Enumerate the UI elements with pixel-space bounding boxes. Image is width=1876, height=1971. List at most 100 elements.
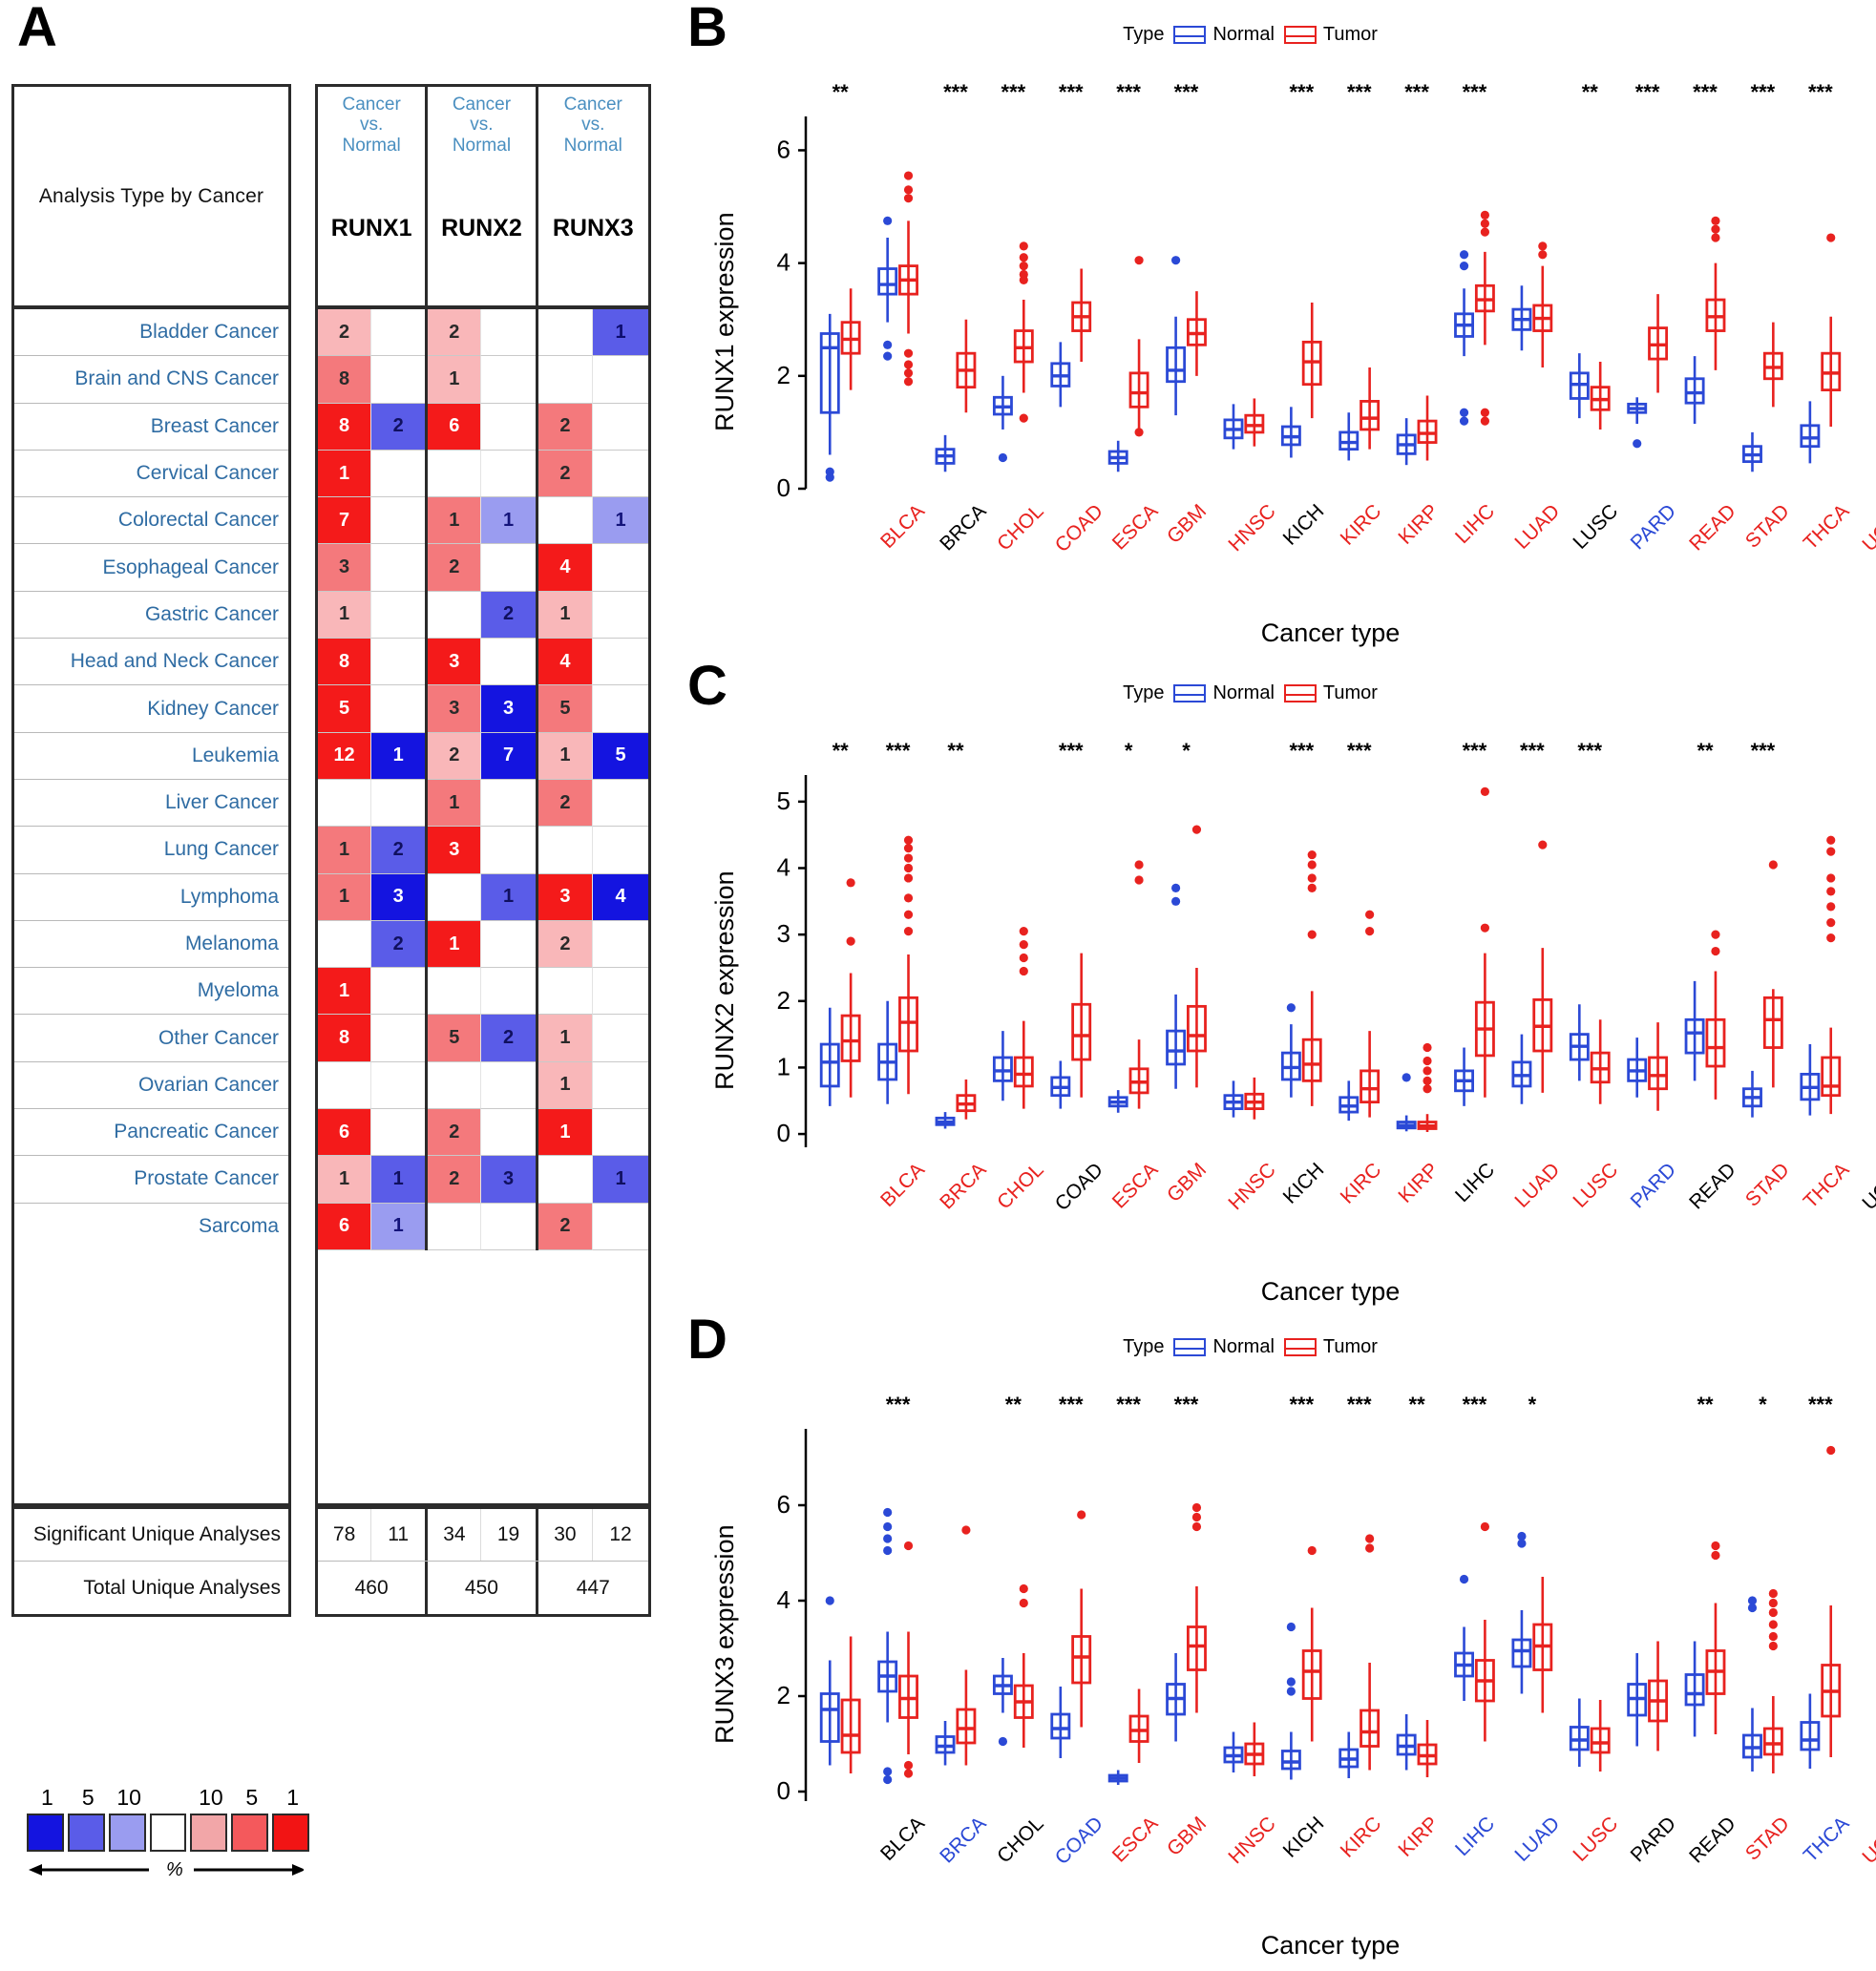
table-cell[interactable] (593, 920, 648, 969)
table-cell[interactable]: 1 (428, 920, 482, 969)
table-cell[interactable] (371, 779, 426, 828)
table-cell[interactable]: 1 (371, 1156, 426, 1204)
table-cell[interactable]: 5 (538, 685, 594, 733)
table-cell[interactable]: 6 (318, 1109, 372, 1157)
table-cell[interactable]: 8 (318, 403, 372, 451)
table-cell[interactable]: 3 (428, 685, 482, 733)
table-cell[interactable]: 2 (428, 732, 482, 780)
table-cell[interactable]: 4 (593, 873, 648, 921)
table-cell[interactable] (318, 779, 372, 828)
table-cell[interactable] (593, 450, 648, 498)
table-cell[interactable] (371, 591, 426, 640)
table-cell[interactable] (371, 685, 426, 733)
table-cell[interactable] (538, 827, 594, 874)
table-cell[interactable]: 1 (593, 309, 648, 357)
table-cell[interactable]: 2 (371, 920, 426, 969)
table-cell[interactable]: 6 (428, 403, 482, 451)
table-cell[interactable] (593, 685, 648, 733)
table-cell[interactable]: 1 (318, 591, 372, 640)
table-cell[interactable]: 2 (428, 544, 482, 592)
table-cell[interactable]: 3 (371, 873, 426, 921)
table-cell[interactable] (428, 1061, 482, 1110)
table-cell[interactable] (371, 1061, 426, 1110)
table-cell[interactable] (481, 1109, 536, 1157)
table-cell[interactable]: 1 (318, 873, 372, 921)
table-cell[interactable] (481, 968, 536, 1016)
table-cell[interactable]: 1 (318, 827, 372, 874)
table-cell[interactable]: 2 (538, 1203, 594, 1250)
table-cell[interactable] (481, 403, 536, 451)
table-cell[interactable] (481, 1203, 536, 1250)
table-cell[interactable] (593, 403, 648, 451)
table-cell[interactable] (481, 356, 536, 404)
table-cell[interactable]: 8 (318, 356, 372, 404)
table-cell[interactable]: 2 (428, 309, 482, 357)
table-cell[interactable]: 6 (318, 1203, 372, 1250)
legend-item-normal[interactable]: Normal (1173, 24, 1275, 46)
table-cell[interactable] (593, 1061, 648, 1110)
table-cell[interactable] (481, 544, 536, 592)
legend-item-tumor[interactable]: Tumor (1283, 1336, 1378, 1358)
table-cell[interactable]: 3 (428, 639, 482, 686)
table-cell[interactable]: 1 (593, 1156, 648, 1204)
table-cell[interactable] (593, 544, 648, 592)
table-cell[interactable]: 1 (538, 1061, 594, 1110)
table-cell[interactable]: 1 (593, 497, 648, 545)
legend-item-tumor[interactable]: Tumor (1283, 24, 1378, 46)
table-cell[interactable] (371, 309, 426, 357)
table-cell[interactable]: 12 (318, 732, 372, 780)
table-cell[interactable]: 1 (428, 356, 482, 404)
table-cell[interactable]: 1 (538, 1109, 594, 1157)
table-cell[interactable] (428, 873, 482, 921)
table-cell[interactable]: 7 (318, 497, 372, 545)
table-cell[interactable]: 1 (318, 968, 372, 1016)
table-cell[interactable] (593, 639, 648, 686)
table-cell[interactable] (481, 920, 536, 969)
table-cell[interactable] (371, 968, 426, 1016)
table-cell[interactable]: 1 (318, 450, 372, 498)
table-cell[interactable] (428, 1203, 482, 1250)
table-cell[interactable]: 4 (538, 544, 594, 592)
legend-item-normal[interactable]: Normal (1173, 1336, 1275, 1358)
legend-item-tumor[interactable]: Tumor (1283, 682, 1378, 704)
table-cell[interactable]: 1 (428, 497, 482, 545)
table-cell[interactable]: 7 (481, 732, 536, 780)
table-cell[interactable] (593, 591, 648, 640)
table-cell[interactable]: 2 (428, 1109, 482, 1157)
table-cell[interactable]: 1 (428, 779, 482, 828)
table-cell[interactable]: 2 (428, 1156, 482, 1204)
table-cell[interactable]: 1 (318, 1156, 372, 1204)
table-cell[interactable] (318, 1061, 372, 1110)
table-cell[interactable] (371, 356, 426, 404)
table-cell[interactable] (371, 497, 426, 545)
table-cell[interactable]: 2 (371, 827, 426, 874)
table-cell[interactable] (538, 1156, 594, 1204)
table-cell[interactable]: 3 (538, 873, 594, 921)
table-cell[interactable]: 2 (538, 450, 594, 498)
table-cell[interactable]: 2 (318, 309, 372, 357)
table-cell[interactable] (593, 968, 648, 1016)
table-cell[interactable]: 3 (428, 827, 482, 874)
table-cell[interactable] (593, 827, 648, 874)
table-cell[interactable] (538, 356, 594, 404)
table-cell[interactable] (481, 309, 536, 357)
table-cell[interactable] (481, 639, 536, 686)
table-cell[interactable] (428, 968, 482, 1016)
table-cell[interactable] (481, 450, 536, 498)
table-cell[interactable] (371, 450, 426, 498)
table-cell[interactable]: 5 (593, 732, 648, 780)
table-cell[interactable]: 1 (371, 732, 426, 780)
table-cell[interactable] (538, 968, 594, 1016)
table-cell[interactable] (538, 497, 594, 545)
table-cell[interactable] (371, 544, 426, 592)
table-cell[interactable]: 1 (538, 1015, 594, 1062)
table-cell[interactable] (371, 1109, 426, 1157)
table-cell[interactable] (593, 1203, 648, 1250)
table-cell[interactable] (593, 1015, 648, 1062)
table-cell[interactable]: 3 (481, 1156, 536, 1204)
table-cell[interactable] (481, 1061, 536, 1110)
table-cell[interactable] (371, 639, 426, 686)
table-cell[interactable] (481, 779, 536, 828)
table-cell[interactable] (428, 450, 482, 498)
table-cell[interactable]: 1 (481, 873, 536, 921)
